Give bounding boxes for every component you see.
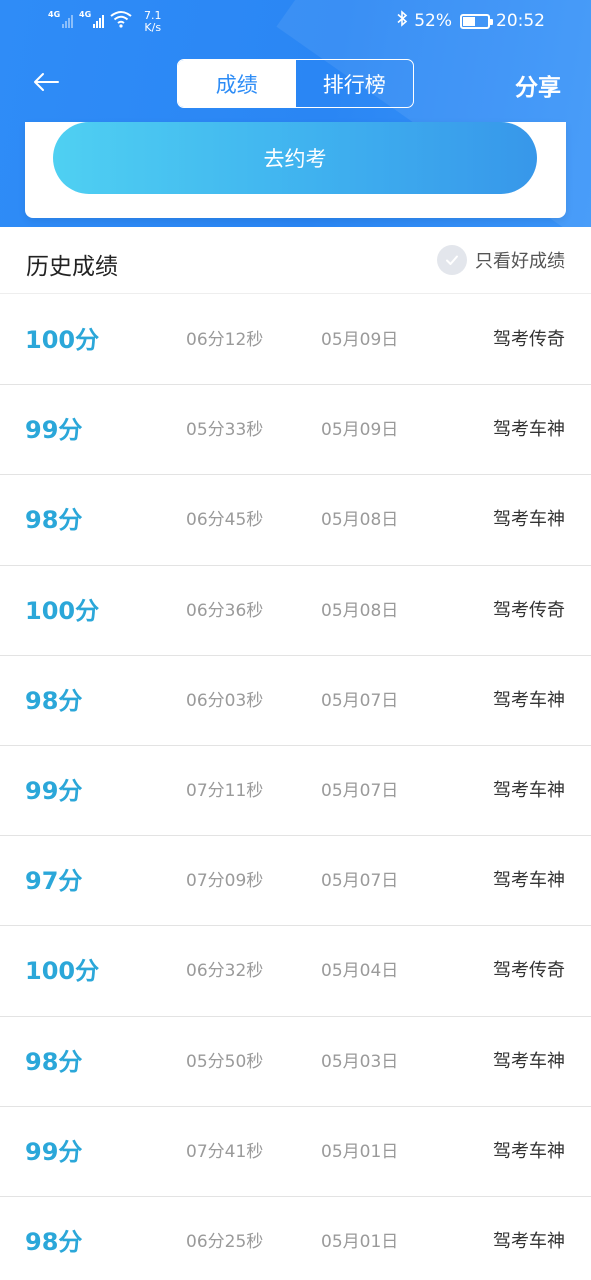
exam-title: 驾考传奇 <box>493 329 565 350</box>
table-row[interactable]: 100分 06分32秒 05月04日 驾考传奇 <box>0 926 591 1017</box>
exam-date: 05月04日 <box>321 961 399 982</box>
header-background: 4G 4G 7.1 K/s 52% 20:52 成绩 排行榜 分享 去约考 <box>0 0 591 227</box>
exam-date: 05月09日 <box>321 330 399 350</box>
book-exam-card: 去约考 <box>25 122 566 218</box>
exam-date: 05月08日 <box>321 600 399 621</box>
network-speed: 7.1 K/s <box>144 10 162 34</box>
battery-percent: 52% <box>414 11 452 31</box>
share-button[interactable]: 分享 <box>515 68 561 102</box>
table-row[interactable]: 99分 07分41秒 05月01日 驾考车神 <box>0 1107 591 1197</box>
status-bar: 4G 4G 7.1 K/s 52% 20:52 <box>0 0 591 44</box>
history-title: 历史成绩 <box>26 254 118 280</box>
exam-title: 驾考车神 <box>493 779 565 801</box>
score-value: 99分 <box>25 776 83 805</box>
score-value: 100分 <box>25 596 100 625</box>
filter-label: 只看好成绩 <box>475 251 565 272</box>
exam-duration: 07分11秒 <box>186 780 264 801</box>
tab-scores[interactable]: 成绩 <box>178 60 296 107</box>
history-header: 历史成绩 只看好成绩 <box>0 227 591 294</box>
score-value: 99分 <box>25 1137 83 1166</box>
table-row[interactable]: 97分 07分09秒 05月07日 驾考车神 <box>0 836 591 927</box>
exam-title: 驾考车神 <box>493 870 565 892</box>
score-value: 98分 <box>25 506 83 535</box>
back-arrow-icon <box>34 73 59 91</box>
exam-date: 05月09日 <box>321 420 399 441</box>
table-row[interactable]: 100分 06分12秒 05月09日 驾考传奇 <box>0 295 591 386</box>
network-type-1: 4G <box>48 10 61 19</box>
exam-duration: 07分41秒 <box>186 1141 264 1162</box>
score-value: 97分 <box>25 867 83 896</box>
table-row[interactable]: 98分 05分50秒 05月03日 驾考车神 <box>0 1017 591 1107</box>
exam-duration: 05分33秒 <box>186 420 264 441</box>
exam-title: 驾考车神 <box>493 1140 565 1162</box>
exam-title: 驾考车神 <box>493 1050 565 1072</box>
exam-duration: 05分50秒 <box>186 1051 264 1072</box>
score-value: 100分 <box>25 326 100 354</box>
network-type-2: 4G <box>79 10 92 19</box>
exam-title: 驾考车神 <box>493 419 565 441</box>
exam-duration: 06分36秒 <box>186 600 264 621</box>
exam-date: 05月01日 <box>321 1231 399 1252</box>
exam-date: 05月08日 <box>321 510 399 531</box>
clock: 20:52 <box>496 11 545 31</box>
exam-duration: 07分09秒 <box>186 871 264 892</box>
score-value: 98分 <box>25 1047 83 1076</box>
checkmark-icon[interactable] <box>437 245 467 275</box>
exam-date: 05月01日 <box>321 1141 399 1162</box>
tab-ranking[interactable]: 排行榜 <box>296 60 414 107</box>
exam-title: 驾考传奇 <box>493 599 565 621</box>
wifi-icon <box>110 11 132 28</box>
exam-date: 05月07日 <box>321 690 399 711</box>
exam-duration: 06分32秒 <box>186 961 264 982</box>
good-scores-filter[interactable]: 只看好成绩 <box>437 245 565 275</box>
exam-title: 驾考车神 <box>493 689 565 711</box>
exam-date: 05月07日 <box>321 780 399 801</box>
bluetooth-icon <box>397 10 408 32</box>
book-exam-button[interactable]: 去约考 <box>53 122 537 194</box>
battery-icon <box>460 13 493 29</box>
status-right: 52% 20:52 <box>397 10 545 32</box>
table-row[interactable]: 99分 05分33秒 05月09日 驾考车神 <box>0 385 591 476</box>
segmented-tabs: 成绩 排行榜 <box>177 59 414 108</box>
table-row[interactable]: 99分 07分11秒 05月07日 驾考车神 <box>0 746 591 837</box>
score-value: 99分 <box>25 416 83 445</box>
exam-title: 驾考传奇 <box>493 960 565 982</box>
exam-date: 05月07日 <box>321 871 399 892</box>
exam-duration: 06分25秒 <box>186 1231 264 1252</box>
exam-date: 05月03日 <box>321 1051 399 1072</box>
exam-duration: 06分12秒 <box>186 330 264 350</box>
score-history-list: 100分 06分12秒 05月09日 驾考传奇 99分 05分33秒 05月09日 驾考车神… <box>0 295 591 1280</box>
speed-unit: K/s <box>144 21 162 34</box>
exam-title: 驾考车神 <box>493 509 565 531</box>
status-left: 4G 4G 7.1 K/s <box>48 10 162 34</box>
back-button[interactable] <box>28 64 64 100</box>
score-value: 98分 <box>25 1227 83 1256</box>
table-row[interactable]: 98分 06分25秒 05月01日 驾考车神 <box>0 1197 591 1280</box>
signal-icon-2: 4G <box>79 10 104 28</box>
exam-title: 驾考车神 <box>493 1230 565 1252</box>
signal-icon-1: 4G <box>48 10 73 28</box>
score-value: 98分 <box>25 686 83 715</box>
score-value: 100分 <box>25 957 100 986</box>
table-row[interactable]: 98分 06分45秒 05月08日 驾考车神 <box>0 475 591 566</box>
exam-duration: 06分45秒 <box>186 510 264 531</box>
battery-fill <box>463 16 475 26</box>
table-row[interactable]: 100分 06分36秒 05月08日 驾考传奇 <box>0 566 591 656</box>
exam-duration: 06分03秒 <box>186 690 264 711</box>
top-nav: 成绩 排行榜 分享 <box>0 58 591 110</box>
table-row[interactable]: 98分 06分03秒 05月07日 驾考车神 <box>0 656 591 746</box>
